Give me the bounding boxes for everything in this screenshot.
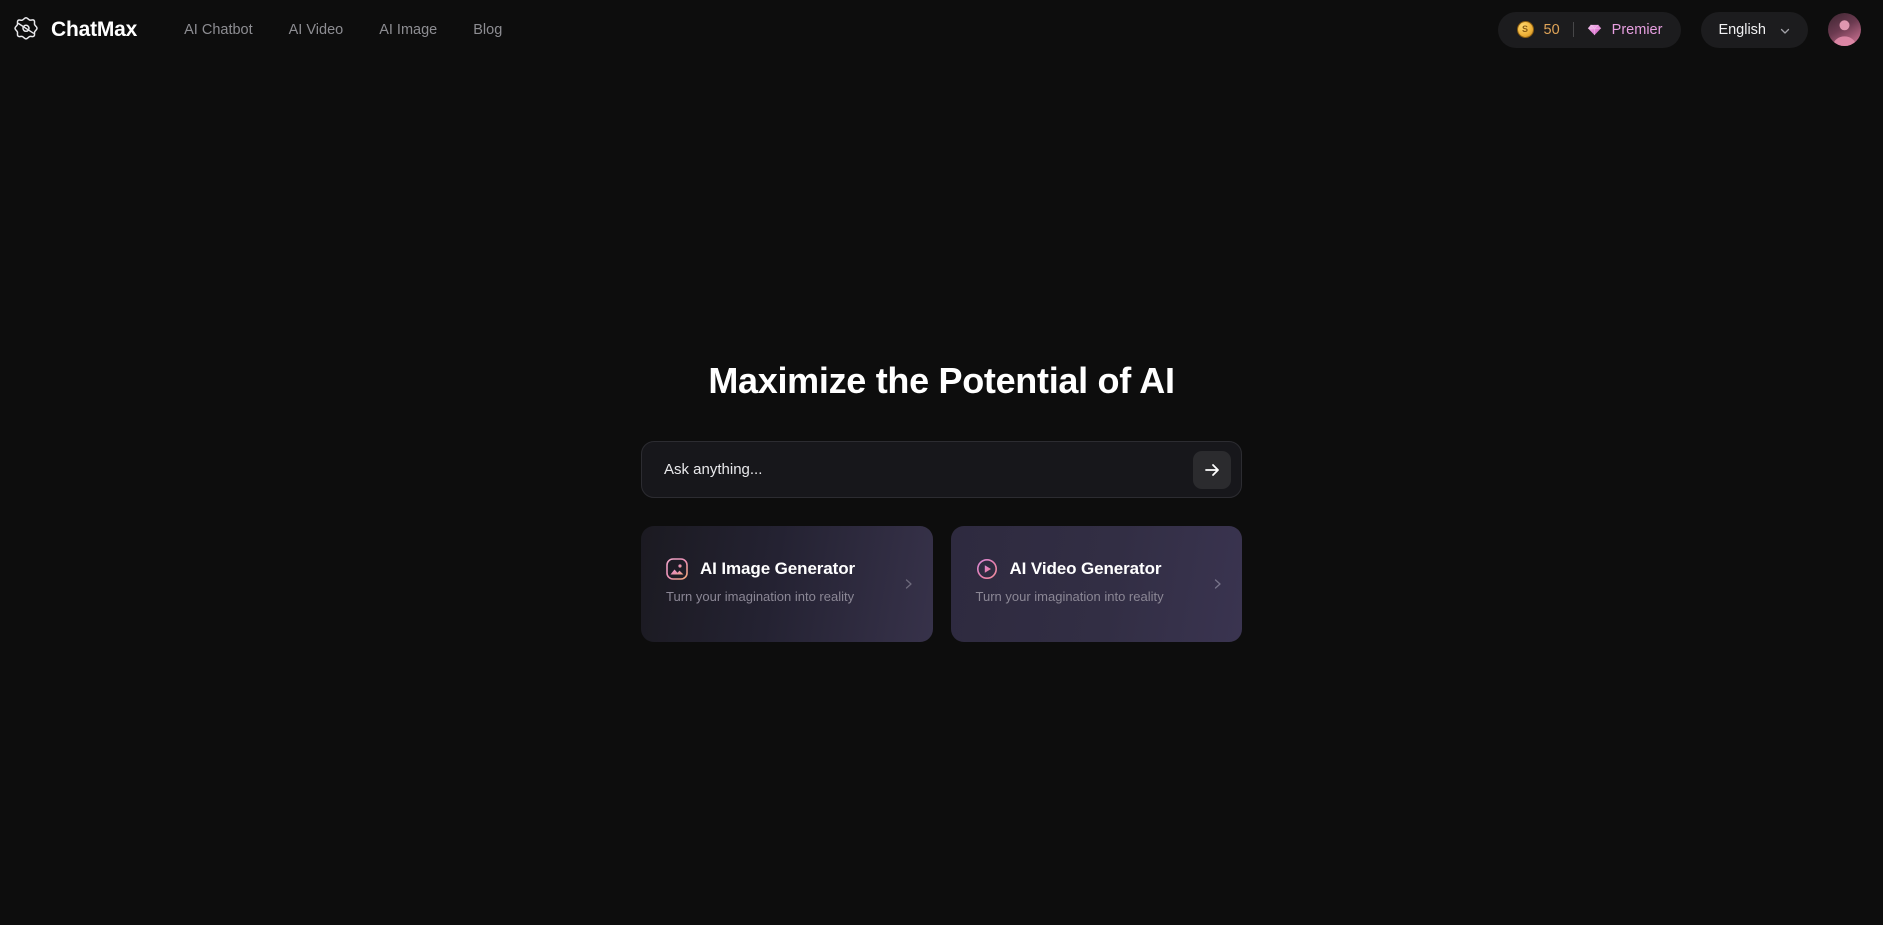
- page-title: Maximize the Potential of AI: [708, 360, 1175, 401]
- nav-item-ai-video[interactable]: AI Video: [289, 22, 344, 38]
- pill-divider: [1572, 22, 1574, 37]
- play-circle-icon: [976, 558, 998, 580]
- language-selector[interactable]: English: [1701, 11, 1808, 48]
- credits-plan-pill[interactable]: S 50 Premier: [1497, 11, 1682, 48]
- card-title: AI Image Generator: [700, 559, 856, 578]
- card-header: AI Video Generator: [976, 558, 1243, 580]
- coin-icon: S: [1516, 21, 1534, 38]
- gear-atom-icon: [12, 16, 40, 44]
- language-selected-label: English: [1718, 21, 1766, 38]
- nav-item-ai-chatbot[interactable]: AI Chatbot: [184, 22, 253, 38]
- header-actions: S 50 Premier English: [1497, 11, 1861, 48]
- card-ai-image-generator[interactable]: AI Image Generator Turn your imagination…: [641, 526, 933, 642]
- brand-name: ChatMax: [51, 17, 138, 41]
- image-icon: [666, 558, 688, 580]
- chevron-down-icon: [1779, 24, 1791, 36]
- top-header: ChatMax AI Chatbot AI Video AI Image Blo…: [0, 0, 1883, 59]
- card-subtitle: Turn your imagination into reality: [975, 589, 1164, 604]
- arrow-right-icon: [1203, 461, 1221, 479]
- ask-input[interactable]: [664, 461, 1193, 478]
- send-button[interactable]: [1193, 450, 1231, 489]
- card-ai-video-generator[interactable]: AI Video Generator Turn your imagination…: [950, 526, 1243, 642]
- chevron-right-icon: [902, 578, 915, 591]
- ask-anything-box[interactable]: [641, 441, 1242, 498]
- avatar[interactable]: [1828, 13, 1861, 46]
- feature-cards: AI Image Generator Turn your imagination…: [641, 526, 1242, 642]
- diamond-icon: [1587, 22, 1602, 37]
- card-subtitle: Turn your imagination into reality: [666, 589, 855, 604]
- primary-nav: AI Chatbot AI Video AI Image Blog: [184, 22, 502, 38]
- nav-item-ai-image[interactable]: AI Image: [379, 22, 437, 38]
- main-content: Maximize the Potential of AI Ask anythin…: [0, 0, 1883, 925]
- nav-item-blog[interactable]: Blog: [473, 22, 502, 38]
- credit-count: 50: [1543, 21, 1560, 38]
- card-title: AI Video Generator: [1009, 559, 1162, 578]
- plan-label: Premier: [1611, 21, 1663, 38]
- brand-logo[interactable]: ChatMax: [12, 16, 137, 44]
- card-header: AI Image Generator: [666, 558, 933, 580]
- chevron-right-icon: [1211, 578, 1224, 591]
